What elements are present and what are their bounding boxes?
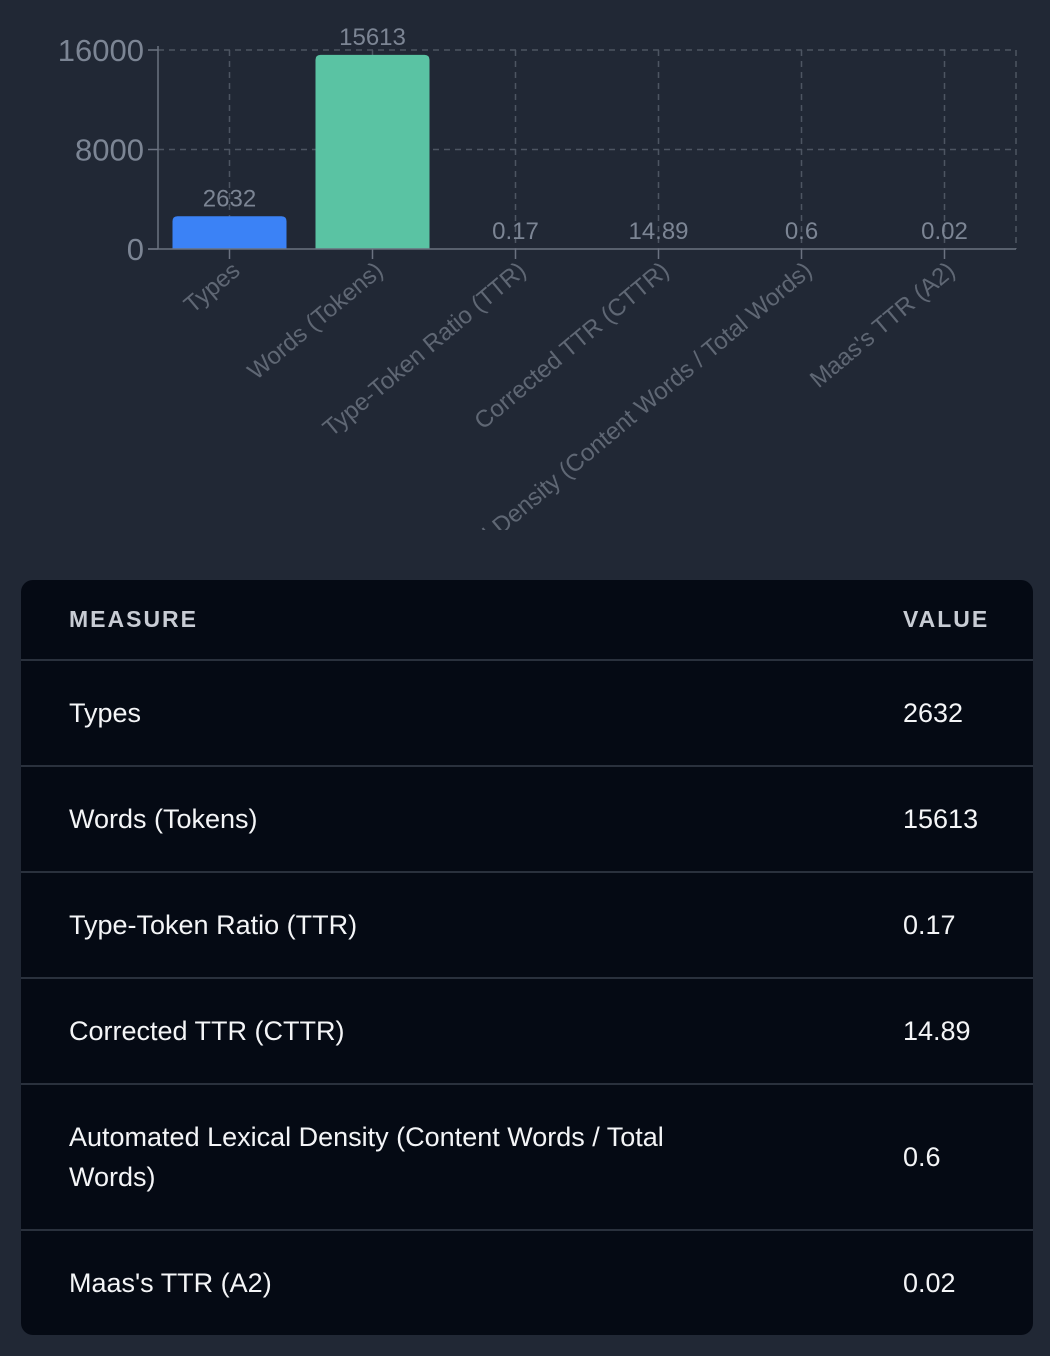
x-tick-label: Words (Tokens) (243, 257, 389, 385)
bar (172, 216, 287, 249)
table-row: Maas's TTR (A2) 0.02 (21, 1230, 1033, 1335)
measure-name: Words (Tokens) (69, 804, 258, 834)
measure-name: Automated Lexical Density (Content Words… (69, 1122, 664, 1192)
y-tick-label: 16000 (58, 33, 144, 68)
chart-grid (158, 49, 1017, 249)
measure-name: Types (69, 698, 142, 728)
lexical-measures-bar-chart: 0 8000 16000 2632 15613 0.17 14.89 0.6 0.02 Type… (58, 24, 1017, 560)
y-tick-label: 0 (127, 232, 144, 267)
measures-table-card: MEASURE VALUE Types 2632 Words (Tokens) … (21, 580, 1033, 1335)
bar-value-label: 2632 (203, 185, 256, 212)
table-row: Automated Lexical Density (Content Words… (21, 1084, 1033, 1231)
value-column-header: VALUE (855, 580, 1033, 661)
x-tick-label: Automated Lexical Density (Content Words… (331, 257, 817, 560)
measure-value: 0.6 (855, 1084, 1033, 1231)
x-tick-label: Types (179, 257, 245, 319)
bar-value-label: 14.89 (628, 218, 688, 245)
chart-bars (172, 54, 430, 250)
measure-value: 0.17 (855, 872, 1033, 979)
y-tick-label: 8000 (75, 133, 144, 168)
measure-name: Corrected TTR (CTTR) (69, 1016, 345, 1046)
measure-value: 14.89 (855, 978, 1033, 1085)
measure-name: Maas's TTR (A2) (69, 1268, 272, 1298)
bar-value-label: 0.02 (921, 218, 968, 245)
table-row: Types 2632 (21, 660, 1033, 767)
measure-value: 0.02 (903, 1268, 956, 1298)
bar-value-label: 15613 (339, 24, 406, 51)
bar (315, 54, 430, 250)
bar-value-label: 0.6 (785, 218, 818, 245)
x-tick-label: Maas's TTR (A2) (805, 257, 960, 393)
measures-table: MEASURE VALUE Types 2632 Words (Tokens) … (21, 580, 1033, 1335)
measure-name: Type-Token Ratio (TTR) (69, 910, 358, 940)
measure-column-header: MEASURE (21, 580, 855, 661)
chart-labels: 2632 15613 0.17 14.89 0.6 0.02 TypesWords (Tok… (179, 24, 968, 560)
table-header-row: MEASURE VALUE (21, 580, 1033, 661)
table-row: Corrected TTR (CTTR) 14.89 (21, 978, 1033, 1085)
table-row: Type-Token Ratio (TTR) 0.17 (21, 872, 1033, 979)
table-row: Words (Tokens) 15613 (21, 766, 1033, 873)
measure-value: 15613 (855, 766, 1033, 873)
bar-value-label: 0.17 (492, 218, 539, 245)
measure-value: 2632 (855, 660, 1033, 767)
